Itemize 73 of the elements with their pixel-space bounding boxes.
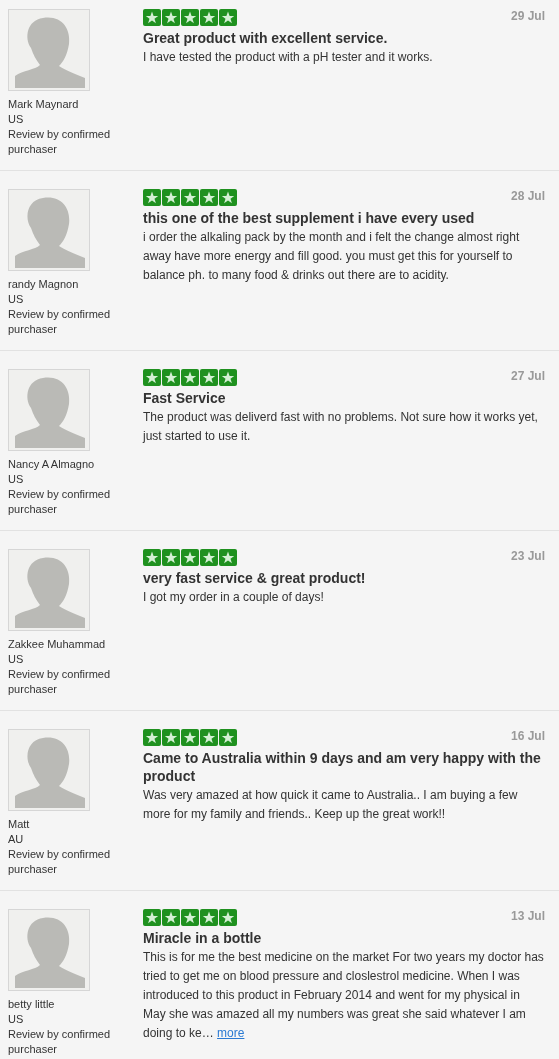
author-name: Matt bbox=[8, 817, 31, 832]
more-link[interactable]: more bbox=[217, 1026, 245, 1040]
review-date: 27 Jul bbox=[510, 369, 545, 383]
review-date: 29 Jul bbox=[510, 9, 545, 23]
review-date: 16 Jul bbox=[510, 729, 545, 743]
star-icon bbox=[200, 9, 218, 26]
author-name: Mark Maynard bbox=[8, 97, 80, 112]
star-icon bbox=[200, 729, 218, 746]
author-country: US bbox=[8, 112, 25, 127]
star-icon bbox=[181, 549, 199, 566]
purchaser-label: Review by confirmed purchaser bbox=[8, 847, 112, 877]
review-title: Came to Australia within 9 days and am very happy with the product bbox=[143, 749, 542, 785]
purchaser-label: Review by confirmed purchaser bbox=[8, 1027, 112, 1057]
review-date: 13 Jul bbox=[510, 909, 545, 923]
author-country: US bbox=[8, 1012, 25, 1027]
star-icon bbox=[162, 369, 180, 386]
star-icon bbox=[143, 9, 161, 26]
star-icon bbox=[143, 729, 161, 746]
avatar-icon bbox=[8, 369, 90, 451]
purchaser-label: Review by confirmed purchaser bbox=[8, 307, 112, 337]
star-icon bbox=[200, 189, 218, 206]
star-icon bbox=[219, 369, 237, 386]
star-icon bbox=[200, 369, 218, 386]
avatar-icon bbox=[8, 189, 90, 271]
star-icon bbox=[200, 909, 218, 926]
review-text: This is for me the best medicine on the market For two years my doctor has tried to get me on blood pressure and closlestrol medicine. When I was introduced to this product in February 2014 and went for my physical in May she was amazed all my numbers was great she said whatever I am doing to ke… more bbox=[143, 949, 545, 1042]
review-date: 28 Jul bbox=[510, 189, 545, 203]
star-icon bbox=[181, 189, 199, 206]
star-icon bbox=[143, 909, 161, 926]
star-icon bbox=[143, 189, 161, 206]
review-text: I got my order in a couple of days! bbox=[143, 589, 325, 606]
avatar-icon bbox=[8, 9, 90, 91]
review-text: I have tested the product with a pH tester and it works. bbox=[143, 49, 434, 66]
star-icon bbox=[181, 369, 199, 386]
review-title: this one of the best supplement i have every used bbox=[143, 209, 476, 227]
star-icon bbox=[219, 909, 237, 926]
star-icon bbox=[200, 549, 218, 566]
star-icon bbox=[162, 729, 180, 746]
author-name: betty little bbox=[8, 997, 56, 1012]
avatar-icon bbox=[8, 909, 90, 991]
star-icon bbox=[162, 9, 180, 26]
author-name: Nancy A Almagno bbox=[8, 457, 96, 472]
review-title: Great product with excellent service. bbox=[143, 29, 389, 47]
purchaser-label: Review by confirmed purchaser bbox=[8, 487, 112, 517]
author-country: US bbox=[8, 292, 25, 307]
star-icon bbox=[162, 549, 180, 566]
star-icon bbox=[219, 9, 237, 26]
review-title: Miracle in a bottle bbox=[143, 929, 263, 947]
author-country: US bbox=[8, 652, 25, 667]
review-title: very fast service & great product! bbox=[143, 569, 367, 587]
author-name: randy Magnon bbox=[8, 277, 80, 292]
star-icon bbox=[181, 729, 199, 746]
star-icon bbox=[181, 9, 199, 26]
star-icon bbox=[219, 189, 237, 206]
purchaser-label: Review by confirmed purchaser bbox=[8, 127, 112, 157]
author-country: AU bbox=[8, 832, 25, 847]
star-icon bbox=[162, 909, 180, 926]
review-text: The product was deliverd fast with no problems. Not sure how it works yet, just started to use it. bbox=[143, 409, 539, 445]
review-title: Fast Service bbox=[143, 389, 227, 407]
purchaser-label: Review by confirmed purchaser bbox=[8, 667, 112, 697]
review-text: i order the alkaling pack by the month and i felt the change almost right away have more energy and fill good. you must get this for yourself to balance ph. to many food & drinks out there are to acidity. bbox=[143, 229, 521, 284]
review-date: 23 Jul bbox=[510, 549, 545, 563]
star-icon bbox=[181, 909, 199, 926]
avatar-icon bbox=[8, 549, 90, 631]
author-country: US bbox=[8, 472, 25, 487]
star-icon bbox=[143, 369, 161, 386]
review-text: Was very amazed at how quick it came to Australia.. I am buying a few more for my family and friends.. Keep up the great work!! bbox=[143, 787, 519, 823]
star-icon bbox=[219, 729, 237, 746]
star-icon bbox=[162, 189, 180, 206]
star-icon bbox=[219, 549, 237, 566]
star-icon bbox=[143, 549, 161, 566]
avatar-icon bbox=[8, 729, 90, 811]
author-name: Zakkee Muhammad bbox=[8, 637, 107, 652]
